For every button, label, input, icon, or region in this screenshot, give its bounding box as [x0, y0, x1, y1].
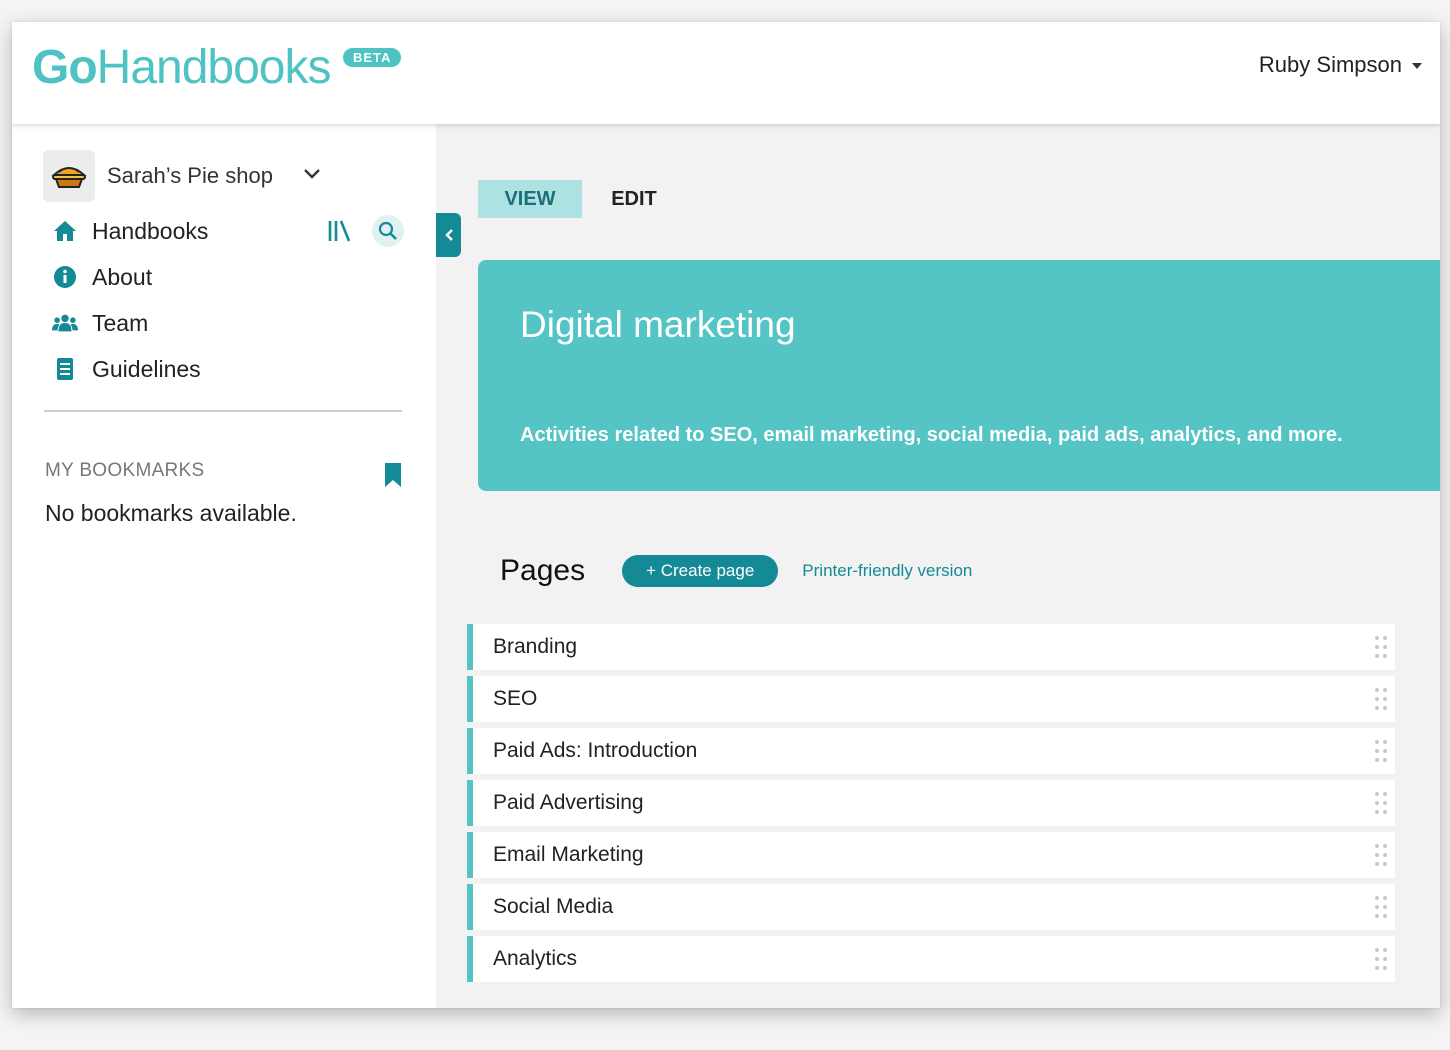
drag-handle-icon[interactable]	[1375, 688, 1387, 710]
view-edit-tabs: VIEW EDIT	[478, 180, 686, 218]
workspace-name: Sarah’s Pie shop	[107, 163, 273, 188]
printer-friendly-link[interactable]: Printer-friendly version	[802, 561, 972, 581]
sidebar-item-label: Guidelines	[92, 355, 201, 382]
drag-handle-icon[interactable]	[1375, 740, 1387, 762]
tab-view[interactable]: VIEW	[478, 180, 582, 218]
workspace-selector[interactable]: Sarah’s Pie shop	[43, 150, 321, 202]
pages-header: Pages + Create page Printer-friendly ver…	[500, 554, 972, 588]
sidebar-nav: Handbooks About Team Guidelines	[52, 208, 404, 392]
page-item[interactable]: Social Media	[467, 884, 1395, 930]
sidebar: Sarah’s Pie shop Handbooks About Team Gu…	[12, 124, 436, 1008]
sidebar-item-label: Team	[92, 309, 149, 336]
bookmarks-empty-text: No bookmarks available.	[45, 500, 297, 526]
page-item[interactable]: Paid Ads: Introduction	[467, 728, 1395, 774]
pie-icon	[43, 150, 95, 202]
chevron-left-icon	[444, 229, 453, 241]
page-item-label: SEO	[493, 687, 538, 710]
drag-handle-icon[interactable]	[1375, 896, 1387, 918]
page-item[interactable]: Branding	[467, 624, 1395, 670]
page-item-label: Email Marketing	[493, 843, 644, 866]
drag-handle-icon[interactable]	[1375, 948, 1387, 970]
page-item-label: Social Media	[493, 895, 614, 918]
info-icon	[52, 264, 78, 290]
page-item-label: Branding	[493, 635, 578, 658]
sidebar-item-guidelines[interactable]: Guidelines	[52, 346, 404, 392]
user-menu[interactable]: Ruby Simpson	[1259, 52, 1422, 78]
logo[interactable]: GoHandbooks BETA	[32, 40, 402, 100]
sidebar-divider	[44, 410, 402, 412]
user-name: Ruby Simpson	[1258, 52, 1402, 77]
team-icon	[52, 310, 78, 336]
beta-badge: BETA	[343, 48, 402, 67]
sidebar-tools	[324, 208, 404, 254]
bookmarks-title: MY BOOKMARKS	[45, 460, 205, 481]
top-header: GoHandbooks BETA Ruby Simpson	[12, 22, 1440, 124]
drag-handle-icon[interactable]	[1375, 792, 1387, 814]
search-icon[interactable]	[372, 215, 404, 247]
page-item-label: Analytics	[493, 947, 578, 970]
bookmark-icon[interactable]	[384, 462, 402, 493]
caret-down-icon	[1412, 63, 1422, 69]
collapse-sidebar-button[interactable]	[436, 213, 461, 257]
page-item-label: Paid Ads: Introduction	[493, 739, 698, 762]
handbook-description: Activities related to SEO, email marketi…	[520, 424, 1343, 446]
sidebar-item-handbooks[interactable]: Handbooks	[52, 208, 404, 254]
sidebar-item-about[interactable]: About	[52, 254, 404, 300]
sidebar-item-label: About	[92, 263, 153, 290]
sidebar-item-team[interactable]: Team	[52, 300, 404, 346]
document-icon	[52, 356, 78, 382]
drag-handle-icon[interactable]	[1375, 636, 1387, 658]
library-icon[interactable]	[324, 215, 356, 247]
pages-title: Pages	[500, 554, 586, 587]
tab-edit[interactable]: EDIT	[582, 180, 686, 218]
handbook-hero: Digital marketing Activities related to …	[478, 260, 1440, 491]
chevron-down-icon[interactable]	[303, 167, 321, 185]
drag-handle-icon[interactable]	[1375, 844, 1387, 866]
logo-handbooks-text: Handbooks	[96, 41, 332, 94]
handbook-title: Digital marketing	[520, 304, 796, 345]
app-window: GoHandbooks BETA Ruby Simpson Sarah’s Pi…	[12, 22, 1440, 1008]
page-list: Branding SEO Paid Ads: Introduction Paid…	[467, 624, 1395, 988]
page-item[interactable]: SEO	[467, 676, 1395, 722]
create-page-button[interactable]: + Create page	[622, 555, 779, 587]
sidebar-item-label: Handbooks	[92, 217, 209, 244]
page-item[interactable]: Analytics	[467, 936, 1395, 982]
page-item[interactable]: Email Marketing	[467, 832, 1395, 878]
logo-go-text: Go	[32, 41, 98, 94]
home-icon	[52, 218, 78, 244]
page-item[interactable]: Paid Advertising	[467, 780, 1395, 826]
page-item-label: Paid Advertising	[493, 791, 644, 814]
